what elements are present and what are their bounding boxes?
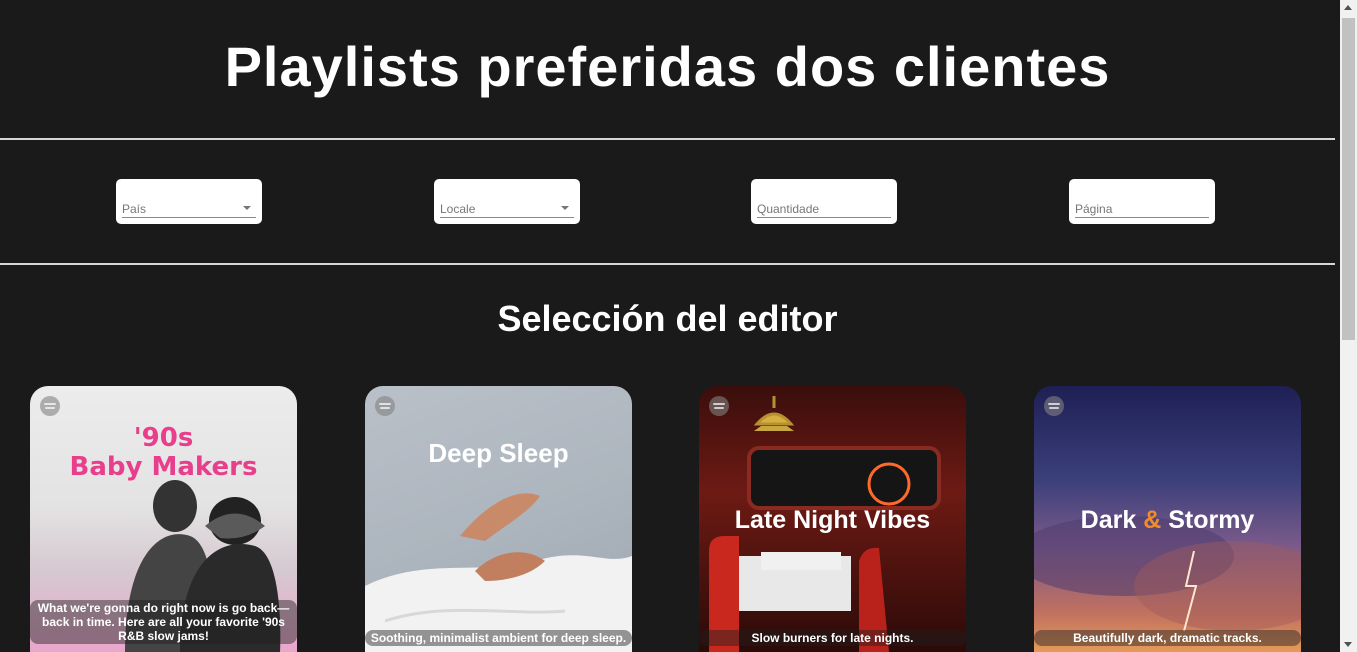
playlist-card-late-night-vibes[interactable]: Late Night Vibes Slow burners for late n…	[699, 386, 966, 652]
chevron-down-icon	[561, 206, 569, 210]
page-title: Playlists preferidas dos clientes	[224, 35, 1111, 98]
page: Playlists preferidas dos clientes País L…	[0, 0, 1340, 652]
quantity-input-label: Quantidade	[757, 202, 820, 216]
cover-title-line2: Baby Makers	[69, 452, 258, 482]
vertical-scrollbar[interactable]	[1340, 0, 1357, 652]
spotify-icon	[709, 396, 729, 416]
cover-title: Dark & Stormy	[1034, 506, 1301, 535]
cover-title: Deep Sleep	[428, 438, 569, 468]
playlist-cover-image: Late Night Vibes	[699, 386, 966, 652]
locale-select[interactable]: Locale	[434, 179, 580, 224]
playlist-card-90s-baby-makers[interactable]: '90s Baby Makers What we're gonna do rig…	[30, 386, 297, 652]
section-title: Selección del editor	[497, 298, 838, 339]
country-select[interactable]: País	[116, 179, 262, 224]
cover-title-ampersand: &	[1143, 506, 1162, 534]
scroll-up-arrow-icon[interactable]	[1344, 5, 1352, 10]
page-input[interactable]: Página	[1069, 179, 1215, 224]
divider-top	[0, 138, 1335, 140]
sleeping-hands-photo	[365, 493, 632, 652]
spotify-icon	[375, 396, 395, 416]
playlist-cover-image: Deep Sleep	[365, 386, 632, 652]
scrollbar-thumb[interactable]	[1342, 18, 1355, 340]
playlist-description: What we're gonna do right now is go back…	[30, 600, 297, 644]
playlist-card-deep-sleep[interactable]: Deep Sleep Soothing, minimalist ambient …	[365, 386, 632, 652]
page-input-label: Página	[1075, 202, 1113, 216]
playlist-description: Soothing, minimalist ambient for deep sl…	[365, 630, 632, 646]
cover-title-line1: '90s	[133, 423, 194, 453]
cover-title-word2: Stormy	[1168, 506, 1255, 534]
playlist-description: Beautifully dark, dramatic tracks.	[1034, 630, 1301, 646]
locale-select-label: Locale	[440, 202, 476, 216]
cover-title: Late Night Vibes	[734, 506, 931, 534]
spotify-icon	[40, 396, 60, 416]
cover-title-word1: Dark	[1080, 506, 1137, 534]
scroll-down-arrow-icon[interactable]	[1344, 642, 1352, 647]
playlist-cover-image: Dark & Stormy	[1034, 386, 1301, 652]
spotify-icon	[1044, 396, 1064, 416]
country-select-label: País	[122, 202, 147, 216]
playlist-description: Slow burners for late nights.	[699, 630, 966, 646]
quantity-input[interactable]: Quantidade	[751, 179, 897, 224]
divider-bottom	[0, 263, 1335, 265]
chevron-down-icon	[243, 206, 251, 210]
playlist-card-dark-stormy[interactable]: Dark & Stormy Beautifully dark, dramatic…	[1034, 386, 1301, 652]
